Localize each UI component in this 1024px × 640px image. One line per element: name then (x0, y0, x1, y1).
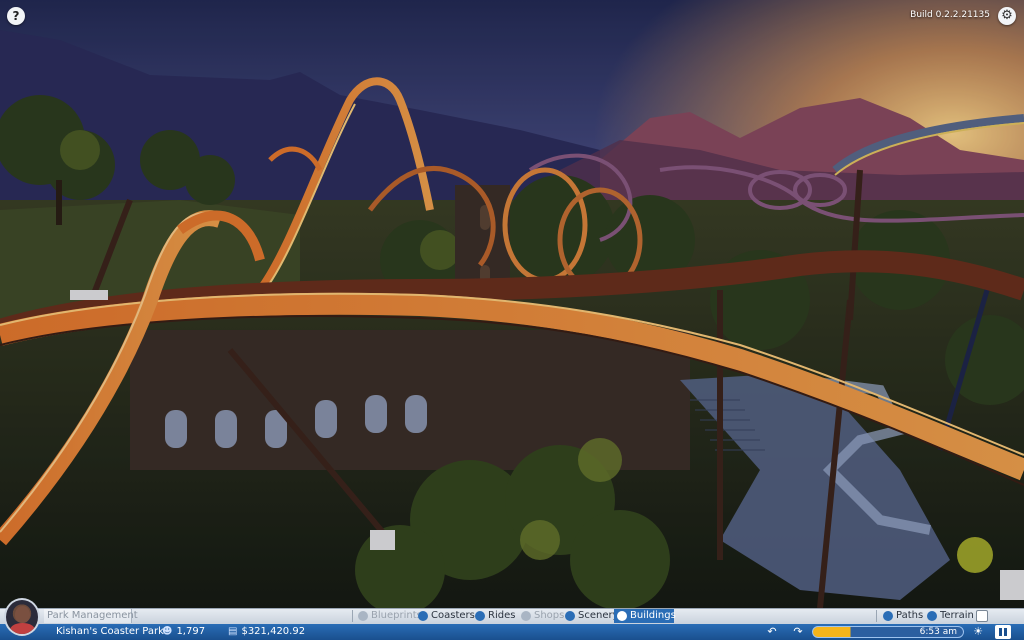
tab-label: Terrain (940, 610, 974, 621)
park-management-tab[interactable]: Park Management (44, 609, 138, 623)
paths-icon (883, 611, 893, 621)
help-icon: ? (12, 9, 20, 23)
tab-paths[interactable]: Paths (880, 609, 929, 623)
player-avatar[interactable] (4, 598, 40, 636)
shop-icon (521, 611, 531, 621)
park-name[interactable]: Kishan's Coaster Park (56, 625, 164, 639)
guest-count: 1,797 (176, 626, 206, 637)
tab-label: Coasters (431, 610, 475, 621)
toolbar-divider (876, 610, 877, 622)
square-icon (976, 610, 988, 622)
build-version: Build 0.2.2.21135 (910, 10, 990, 20)
help-button[interactable]: ? (7, 7, 25, 25)
tab-terrain[interactable]: Terrain (924, 609, 980, 623)
settings-button[interactable]: ⚙ (998, 7, 1016, 25)
toolbar-divider (352, 610, 353, 622)
tab-coasters[interactable]: Coasters (415, 609, 481, 623)
scenery-icon (565, 611, 575, 621)
tab-label: Buildings (630, 610, 676, 621)
terrain-icon (927, 611, 937, 621)
sun-icon: ☀ (973, 625, 983, 638)
money-value: $321,420.92 (241, 626, 306, 637)
money-icon: ▤ (228, 626, 238, 637)
money-display[interactable]: ▤ $321,420.92 (228, 625, 305, 639)
ride-icon (475, 611, 485, 621)
tab-rides[interactable]: Rides (472, 609, 521, 623)
time-of-day-bar: 6:53 am (812, 626, 964, 638)
blueprint-icon (358, 611, 368, 621)
park-scene (0, 0, 1024, 608)
tab-buildings[interactable]: Buildings (614, 609, 676, 623)
tab-label: Rides (488, 610, 516, 621)
guests-icon: ☻ (162, 626, 173, 637)
undo-button[interactable]: ↶ (764, 625, 780, 639)
redo-icon: ↷ (793, 625, 803, 638)
park-management-label: Park Management (47, 610, 138, 621)
redo-button[interactable]: ↷ (790, 625, 806, 639)
guest-count-display[interactable]: ☻ 1,797 (162, 625, 205, 639)
tab-label: Paths (896, 610, 924, 621)
game-viewport[interactable] (0, 0, 1024, 608)
building-icon (617, 611, 627, 621)
tab-label: Shops (534, 610, 565, 621)
tab-more[interactable] (976, 609, 992, 623)
time-display: 6:53 am (919, 627, 957, 637)
coaster-icon (418, 611, 428, 621)
gear-icon: ⚙ (1001, 8, 1013, 23)
tab-label: Scenery (578, 610, 619, 621)
avatar-face (15, 606, 30, 623)
undo-icon: ↶ (767, 625, 777, 638)
pause-button[interactable] (995, 625, 1011, 639)
